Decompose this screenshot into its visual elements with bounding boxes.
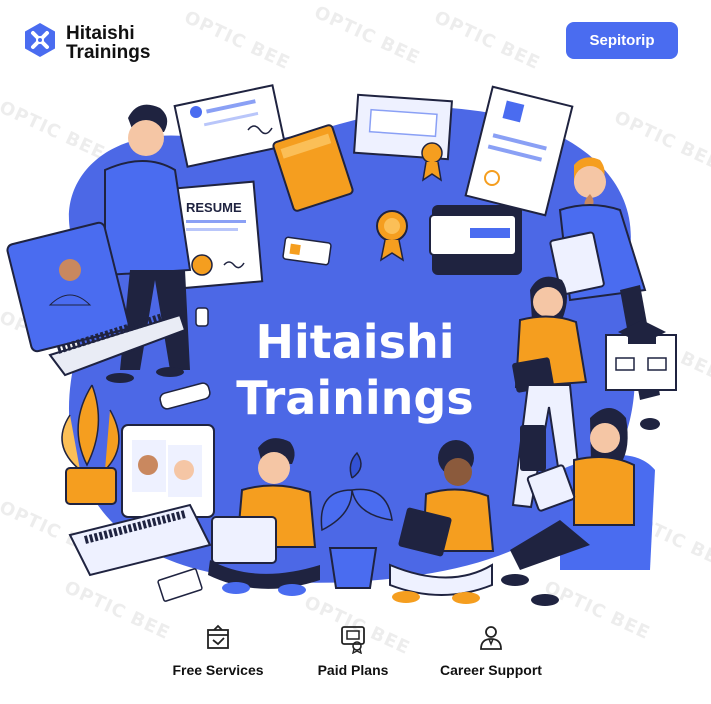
watermark-text: OPTIC BEE	[430, 6, 544, 75]
brand-name-line1: Hitaishi	[66, 22, 135, 44]
small-card	[157, 568, 203, 602]
hero-headline-line1: Hitaishi	[255, 315, 455, 369]
hero-headline: Hitaishi Trainings	[150, 314, 560, 426]
brand-name: Hitaishi Trainings	[66, 24, 150, 62]
features-row: Free Services Paid Plans Career Support	[0, 622, 711, 692]
certificate-icon	[278, 622, 428, 654]
document-box	[429, 205, 522, 275]
resume-label: RESUME	[186, 200, 242, 215]
feature-free-services[interactable]: Free Services	[143, 622, 293, 678]
brand-name-line2: Trainings	[66, 41, 151, 63]
gift-box-icon	[143, 622, 293, 654]
hero-headline-line2: Trainings	[236, 371, 474, 425]
user-support-icon	[416, 622, 566, 654]
feature-label: Free Services	[172, 662, 264, 678]
watermark-text: OPTIC BEE	[180, 6, 294, 75]
watermark-text: OPTIC BEE	[310, 1, 424, 70]
header-cta-button[interactable]: Sepitorip	[566, 22, 678, 59]
feature-paid-plans[interactable]: Paid Plans	[278, 622, 428, 678]
feature-label: Career Support	[440, 662, 542, 678]
feature-label: Paid Plans	[317, 662, 389, 678]
feature-career-support[interactable]: Career Support	[416, 622, 566, 678]
brand-logo[interactable]: Hitaishi Trainings	[22, 22, 150, 63]
hexagon-x-logo-icon	[22, 22, 58, 63]
